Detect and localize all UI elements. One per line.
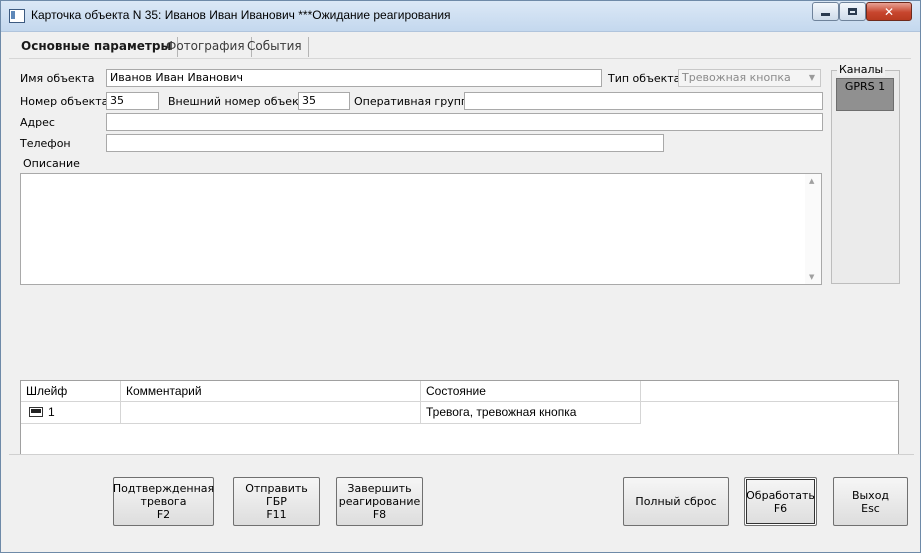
tab-photo[interactable]: Фотография [160,37,252,57]
zones-table-header: Шлейф Комментарий Состояние [21,381,898,402]
alarm-button-icon [29,407,43,417]
window-title: Карточка объекта N 35: Иванов Иван Ивано… [31,8,451,22]
full-reset-button[interactable]: Полный сброс [623,477,729,526]
table-row[interactable]: 1 Тревога, тревожная кнопка [21,402,641,424]
operative-group-input[interactable] [464,92,823,110]
chevron-down-icon[interactable]: ▼ [805,71,819,85]
process-button[interactable]: Обработать F6 [744,477,817,526]
scroll-up-icon[interactable]: ▲ [809,177,814,185]
close-button[interactable]: ✕ [866,2,912,21]
close-icon: ✕ [883,4,895,19]
object-type-select[interactable]: Тревожная кнопка ▼ [678,69,821,87]
column-header-state[interactable]: Состояние [421,381,641,401]
column-header-zone[interactable]: Шлейф [21,381,121,401]
description-text [21,174,821,178]
column-header-comment[interactable]: Комментарий [121,381,421,401]
minimize-icon [821,13,830,16]
confirmed-alarm-button[interactable]: Подтвержденная тревога F2 [113,477,214,526]
action-bar: Подтвержденная тревога F2 Отправить ГБР … [9,454,914,549]
phone-label: Телефон [20,137,71,150]
object-card-window: Карточка объекта N 35: Иванов Иван Ивано… [0,0,921,553]
maximize-icon [848,8,857,15]
finish-response-button[interactable]: Завершить реагирование F8 [336,477,423,526]
object-type-label: Тип объекта [608,72,681,85]
maximize-button[interactable] [839,2,866,21]
object-number-label: Номер объекта [20,95,109,108]
description-scrollbar[interactable]: ▲ ▼ [805,174,821,284]
send-gbr-button[interactable]: Отправить ГБР F11 [233,477,320,526]
minimize-button[interactable] [812,2,839,21]
object-name-label: Имя объекта [20,72,95,85]
channels-label: Каналы [837,63,886,76]
app-window-icon [9,9,25,23]
description-textarea[interactable]: ▲ ▼ [20,173,822,285]
tab-main-parameters[interactable]: Основные параметры [15,37,179,57]
tab-bar: Основные параметры Фотография События [9,34,911,59]
object-type-value: Тревожная кнопка [682,71,791,84]
zone-number: 1 [48,405,55,419]
title-bar[interactable]: Карточка объекта N 35: Иванов Иван Ивано… [1,1,920,32]
exit-button[interactable]: Выход Esc [833,477,908,526]
state-cell: Тревога, тревожная кнопка [421,402,641,423]
zones-table: Шлейф Комментарий Состояние 1 Тревога, т… [20,380,899,455]
description-label: Описание [23,157,80,170]
scroll-down-icon[interactable]: ▼ [809,273,814,281]
address-label: Адрес [20,116,55,129]
external-number-label: Внешний номер объекта [168,95,312,108]
operative-group-label: Оперативная группа [354,95,475,108]
object-number-input[interactable]: 35 [106,92,159,110]
phone-input[interactable] [106,134,664,152]
zone-cell: 1 [21,402,121,423]
object-name-input[interactable]: Иванов Иван Иванович [106,69,602,87]
comment-cell [121,402,421,423]
tab-events[interactable]: События [241,37,309,57]
channel-item-gprs1[interactable]: GPRS 1 [836,78,894,111]
address-input[interactable] [106,113,823,131]
external-number-input[interactable]: 35 [298,92,350,110]
